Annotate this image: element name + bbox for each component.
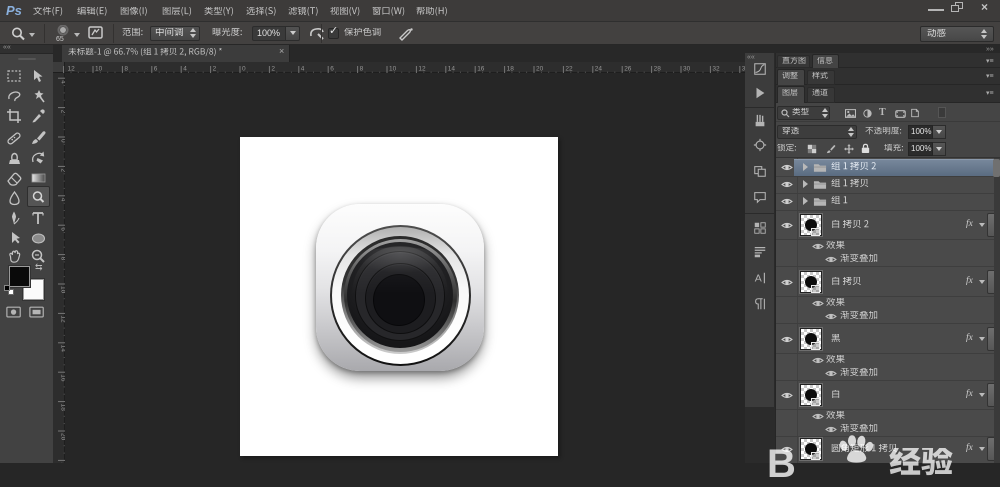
svg-text:16: 16 <box>60 374 66 382</box>
svg-text:2: 2 <box>60 110 66 114</box>
svg-text:18: 18 <box>60 404 66 412</box>
svg-text:4: 4 <box>60 198 66 202</box>
svg-text:0: 0 <box>242 66 246 73</box>
svg-text:32: 32 <box>712 66 720 73</box>
svg-text:14: 14 <box>448 66 456 73</box>
svg-text:6: 6 <box>154 66 158 73</box>
svg-text:12: 12 <box>418 66 426 73</box>
svg-text:8: 8 <box>124 66 128 73</box>
svg-text:12: 12 <box>68 66 76 73</box>
svg-text:16: 16 <box>477 66 485 73</box>
svg-text:24: 24 <box>595 66 603 73</box>
svg-text:12: 12 <box>60 315 66 323</box>
svg-text:20: 20 <box>536 66 544 73</box>
svg-text:2: 2 <box>271 66 275 73</box>
svg-text:10: 10 <box>95 66 103 73</box>
svg-text:2: 2 <box>60 168 66 172</box>
svg-text:26: 26 <box>624 66 632 73</box>
svg-text:10: 10 <box>389 66 397 73</box>
svg-text:22: 22 <box>565 66 573 73</box>
svg-text:10: 10 <box>60 286 66 294</box>
svg-text:28: 28 <box>654 66 662 73</box>
svg-text:6: 6 <box>60 227 66 231</box>
svg-text:0: 0 <box>60 139 66 143</box>
svg-text:A: A <box>755 273 762 285</box>
svg-text:30: 30 <box>683 66 691 73</box>
svg-text:8: 8 <box>60 257 66 261</box>
svg-text:6: 6 <box>330 66 334 73</box>
svg-text:18: 18 <box>507 66 515 73</box>
svg-text:14: 14 <box>60 345 66 353</box>
svg-text:20: 20 <box>60 433 66 441</box>
svg-text:4: 4 <box>301 66 305 73</box>
svg-text:8: 8 <box>360 66 364 73</box>
svg-text:2: 2 <box>213 66 217 73</box>
svg-text:4: 4 <box>60 80 66 84</box>
svg-text:4: 4 <box>183 66 187 73</box>
